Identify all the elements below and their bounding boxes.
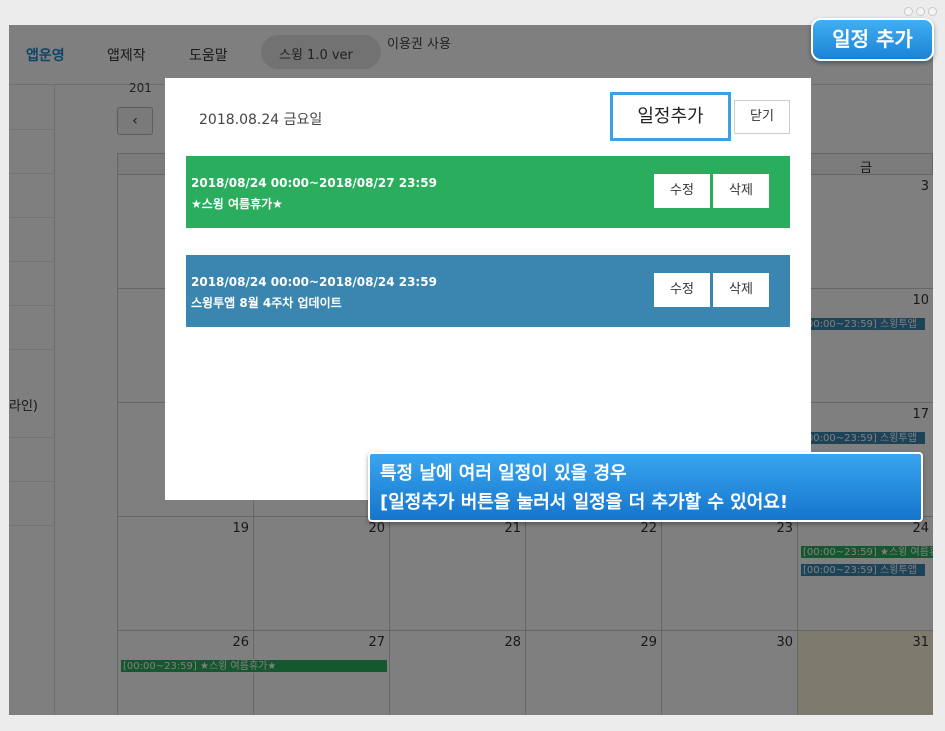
schedule-range: 2018/08/24 00:00~2018/08/24 23:59 (191, 275, 437, 289)
app-viewport: 앱운영 앱제작 도움말 스윙 1.0 ver 이용권 사용 라인) 201 ‹ … (9, 25, 933, 715)
window-frame: 앱운영 앱제작 도움말 스윙 1.0 ver 이용권 사용 라인) 201 ‹ … (0, 0, 945, 731)
schedule-item: 2018/08/24 00:00~2018/08/24 23:59 스윙투앱 8… (186, 255, 790, 327)
annotation-line: 특정 날에 여러 일정이 있을 경우 (380, 463, 627, 484)
schedule-title: ★스윙 여름휴가★ (191, 197, 283, 211)
window-dot-icon[interactable] (916, 7, 925, 16)
delete-button[interactable]: 삭제 (713, 273, 769, 307)
edit-button[interactable]: 수정 (654, 273, 710, 307)
close-button[interactable]: 닫기 (734, 100, 790, 134)
schedule-modal: 2018.08.24 금요일 일정추가 닫기 2018/08/24 00:00~… (165, 78, 811, 500)
window-dot-icon[interactable] (928, 7, 937, 16)
schedule-item: 2018/08/24 00:00~2018/08/27 23:59 ★스윙 여름… (186, 156, 790, 228)
window-controls (904, 7, 937, 16)
modal-date: 2018.08.24 금요일 (199, 112, 323, 128)
annotation-line: [일정추가 버튼을 눌러서 일정을 더 추가할 수 있어요! (380, 492, 789, 513)
schedule-title: 스윙투앱 8월 4주차 업데이트 (191, 296, 342, 310)
schedule-range: 2018/08/24 00:00~2018/08/27 23:59 (191, 176, 437, 190)
edit-button[interactable]: 수정 (654, 174, 710, 208)
annotation-note: 특정 날에 여러 일정이 있을 경우 [일정추가 버튼을 눌러서 일정을 더 추… (368, 452, 923, 522)
add-schedule-button[interactable]: 일정추가 (610, 92, 731, 141)
feature-badge: 일정 추가 (811, 18, 934, 61)
window-dot-icon[interactable] (904, 7, 913, 16)
delete-button[interactable]: 삭제 (713, 174, 769, 208)
